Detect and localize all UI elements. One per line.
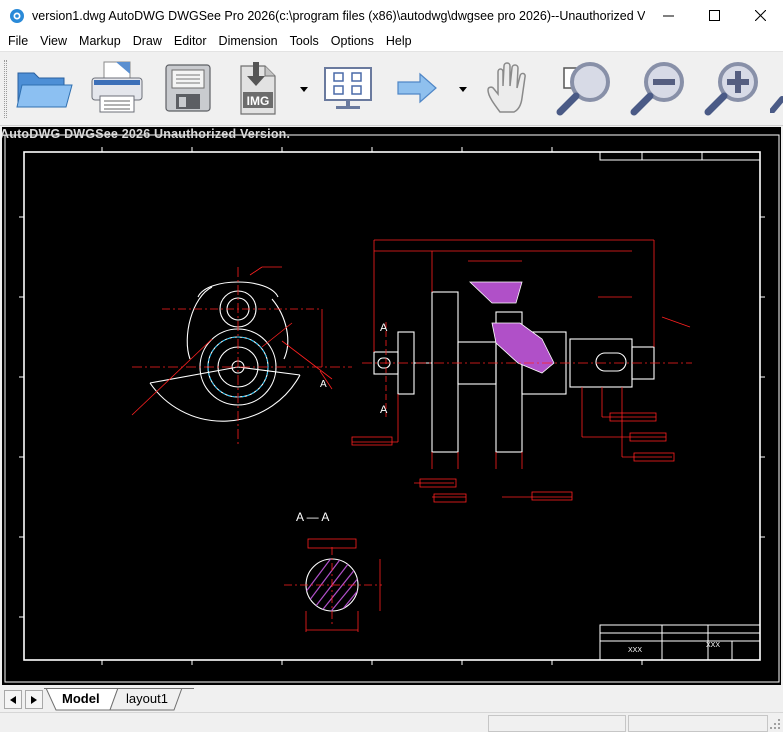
open-folder-icon (16, 72, 73, 108)
toolbar-grip[interactable] (4, 60, 7, 118)
cad-drawing[interactable]: A A A A — A XXX XXX (2, 127, 781, 685)
status-bar (0, 712, 783, 732)
maximize-icon (708, 10, 720, 21)
svg-text:A: A (320, 379, 327, 390)
minimize-icon (662, 15, 674, 17)
next-arrow-icon (397, 72, 437, 104)
open-button[interactable] (12, 58, 76, 118)
app-window: version1.dwg AutoDWG DWGSee Pro 2026(c:\… (0, 0, 783, 732)
close-button[interactable] (737, 0, 783, 31)
menu-file[interactable]: File (2, 31, 34, 51)
save-icon (165, 64, 211, 112)
tab-prev-button[interactable] (4, 690, 22, 709)
menu-bar: File View Markup Draw Editor Dimension T… (0, 31, 783, 51)
menu-editor[interactable]: Editor (168, 31, 213, 51)
zoom-in-button[interactable] (700, 58, 764, 118)
app-icon (10, 8, 24, 23)
title-bar: version1.dwg AutoDWG DWGSee Pro 2026(c:\… (0, 0, 783, 31)
export-dropdown-arrow[interactable] (299, 85, 309, 93)
main-toolbar: IMG (0, 51, 783, 126)
menu-dimension[interactable]: Dimension (213, 31, 284, 51)
toolbar-overflow[interactable] (770, 58, 783, 118)
img-icon-label: IMG (247, 94, 270, 108)
title-block-name: XXX (628, 647, 642, 654)
save-button[interactable] (158, 58, 218, 118)
layout-display-icon (324, 67, 372, 109)
window-title: version1.dwg AutoDWG DWGSee Pro 2026(c:\… (32, 8, 645, 23)
export-image-button[interactable]: IMG (230, 58, 286, 118)
layout-display-button[interactable] (318, 58, 378, 118)
maximize-button[interactable] (691, 0, 737, 31)
minimize-button[interactable] (645, 0, 691, 31)
zoom-window-button[interactable] (552, 58, 616, 118)
svg-text:A: A (380, 322, 388, 334)
layout-tab-bar: Model layout1 (0, 688, 783, 712)
menu-view[interactable]: View (34, 31, 73, 51)
close-icon (754, 10, 766, 21)
menu-help[interactable]: Help (380, 31, 418, 51)
chevron-left-icon (10, 695, 16, 704)
menu-markup[interactable]: Markup (73, 31, 127, 51)
chevron-down-icon (459, 86, 467, 92)
zoom-window-icon (556, 62, 610, 116)
menu-options[interactable]: Options (325, 31, 380, 51)
zoom-out-icon (630, 62, 684, 116)
svg-text:A: A (380, 404, 388, 416)
next-button[interactable] (390, 58, 446, 118)
tab-model[interactable]: Model (62, 691, 100, 706)
status-pane-1 (488, 715, 626, 732)
menu-draw[interactable]: Draw (127, 31, 168, 51)
drawing-area-frame: A A A A — A XXX XXX AutoDWG DWGSee 2026 … (0, 127, 783, 687)
zoom-in-icon (704, 62, 758, 116)
partial-tool-icon (770, 96, 783, 113)
zoom-out-button[interactable] (626, 58, 690, 118)
unauthorized-watermark: AutoDWG DWGSee 2026 Unauthorized Version… (2, 127, 291, 141)
section-label: A — A (296, 510, 329, 524)
next-dropdown-arrow[interactable] (458, 85, 468, 93)
tab-next-button[interactable] (25, 690, 43, 709)
drawing-canvas[interactable]: A A A A — A XXX XXX AutoDWG DWGSee 2026 … (2, 127, 781, 685)
status-pane-2 (628, 715, 768, 732)
resize-grip-icon[interactable] (769, 718, 781, 730)
print-icon (91, 61, 143, 113)
tab-layout1[interactable]: layout1 (126, 691, 168, 706)
chevron-right-icon (31, 695, 37, 704)
menu-tools[interactable]: Tools (284, 31, 325, 51)
pan-hand-icon (487, 62, 526, 113)
title-block-code: XXX (706, 642, 720, 649)
chevron-down-icon (300, 86, 308, 92)
pan-button[interactable] (478, 58, 542, 118)
print-button[interactable] (86, 58, 148, 118)
export-img-icon: IMG (240, 62, 276, 115)
